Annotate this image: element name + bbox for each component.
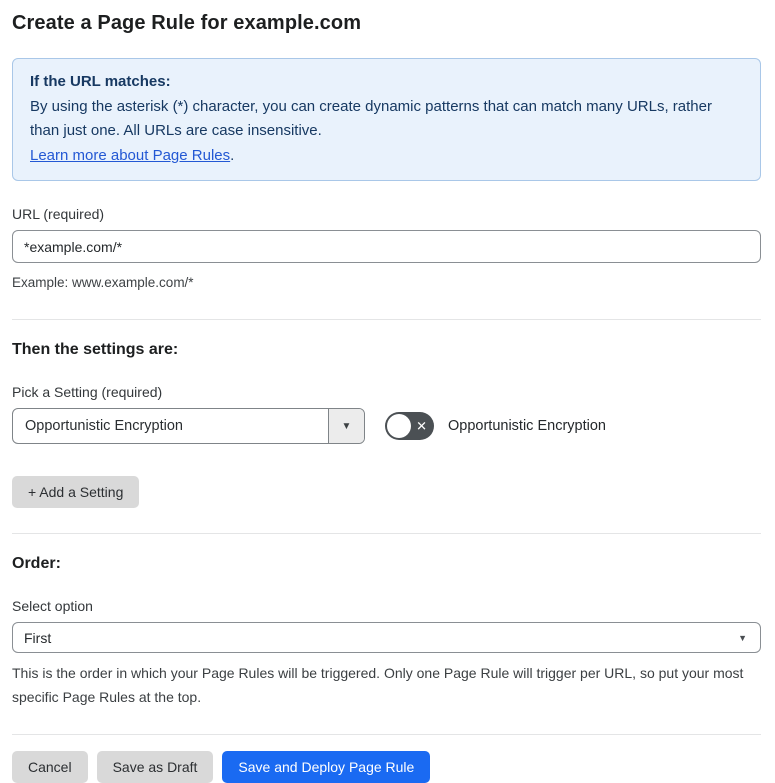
url-match-info-box: If the URL matches: By using the asteris…	[12, 58, 761, 181]
footer-button-row: Cancel Save as Draft Save and Deploy Pag…	[12, 751, 761, 783]
toggle-label: Opportunistic Encryption	[448, 418, 606, 434]
order-select-label: Select option	[12, 598, 93, 614]
divider	[12, 533, 761, 534]
order-select[interactable]: First ▼	[12, 622, 761, 653]
save-as-draft-button[interactable]: Save as Draft	[96, 751, 214, 783]
setting-row: Opportunistic Encryption ▼ ✕ Opportunist…	[12, 408, 761, 444]
pick-setting-label: Pick a Setting (required)	[12, 384, 163, 400]
opportunistic-encryption-toggle[interactable]: ✕	[385, 412, 434, 440]
add-setting-button[interactable]: + Add a Setting	[12, 476, 140, 508]
url-field-label: URL (required)	[12, 206, 105, 222]
divider	[12, 734, 761, 735]
save-and-deploy-button[interactable]: Save and Deploy Page Rule	[222, 751, 431, 783]
cancel-button[interactable]: Cancel	[12, 751, 88, 783]
learn-more-link[interactable]: Learn more about Page Rules	[30, 147, 230, 164]
toggle-knob	[387, 414, 411, 438]
order-select-value: First	[24, 629, 52, 646]
info-box-heading: If the URL matches:	[30, 73, 171, 90]
toggle-x-icon: ✕	[416, 418, 427, 434]
divider	[12, 319, 761, 320]
url-helper-text: Example: www.example.com/*	[12, 275, 194, 290]
setting-select[interactable]: Opportunistic Encryption ▼	[12, 408, 365, 444]
setting-select-value: Opportunistic Encryption	[25, 418, 183, 434]
caret-down-icon: ▼	[738, 632, 747, 643]
caret-down-icon[interactable]: ▼	[328, 409, 364, 443]
order-helper-text: This is the order in which your Page Rul…	[12, 665, 744, 705]
info-box-link-line: Learn more about Page Rules.	[30, 144, 743, 169]
link-suffix: .	[230, 146, 235, 164]
settings-section-heading: Then the settings are:	[12, 341, 179, 358]
url-input[interactable]	[12, 230, 761, 263]
info-box-body: By using the asterisk (*) character, you…	[30, 97, 712, 140]
order-section-heading: Order:	[12, 555, 61, 572]
page-title: Create a Page Rule for example.com	[12, 12, 362, 34]
